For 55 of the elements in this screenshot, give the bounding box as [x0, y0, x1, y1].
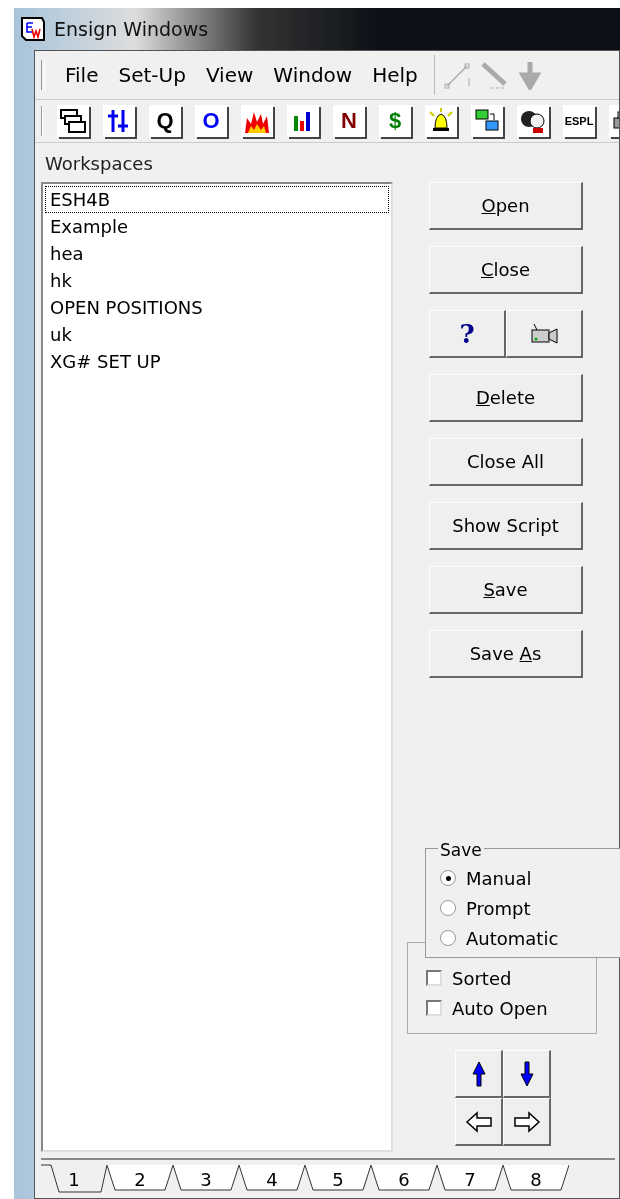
toolbar-button[interactable]: ESPL	[563, 105, 595, 137]
windows-icon	[58, 106, 88, 136]
page-tab[interactable]: 5	[305, 1164, 371, 1194]
radio-option[interactable]: Automatic	[440, 923, 559, 953]
app-logo-icon	[20, 16, 46, 42]
chart-toolbar-button[interactable]	[287, 105, 319, 137]
radio-option[interactable]: Prompt	[440, 893, 531, 923]
action-button[interactable]: Delete	[429, 374, 583, 422]
action-button[interactable]: Open	[429, 182, 583, 230]
toolbar-button[interactable]: $	[379, 105, 411, 137]
page-tab[interactable]: 2	[107, 1164, 173, 1194]
move-up-button[interactable]	[455, 1050, 503, 1098]
windows-toolbar-button[interactable]	[57, 105, 89, 137]
page-tab[interactable]: 1	[41, 1164, 107, 1194]
workspace-item[interactable]: hk	[45, 267, 389, 294]
radio-option[interactable]: Manual	[440, 863, 532, 893]
checkbox-option[interactable]: Auto Open	[426, 993, 596, 1023]
page-tab[interactable]: 6	[371, 1164, 437, 1194]
video-camera-icon	[529, 321, 559, 346]
camera-button[interactable]	[506, 310, 583, 358]
menu-item[interactable]: View	[195, 63, 264, 87]
page-tab[interactable]: 7	[437, 1164, 503, 1194]
action-button[interactable]: Close All	[429, 438, 583, 486]
menu-item[interactable]: File	[55, 63, 109, 87]
move-left-button[interactable]	[455, 1098, 503, 1146]
checkbox-option[interactable]: Sorted	[426, 963, 596, 993]
menu-item[interactable]: Help	[362, 63, 428, 87]
toolbar-button[interactable]: Q	[149, 105, 181, 137]
workspace-item[interactable]: Example	[45, 213, 389, 240]
menu-item[interactable]: Window	[263, 63, 363, 87]
action-button[interactable]: Show Script	[429, 502, 583, 550]
fire-toolbar-button[interactable]	[241, 105, 273, 137]
workspaces-label: Workspaces	[44, 153, 154, 176]
workspace-item[interactable]: ESH4B	[45, 186, 389, 213]
bell-toolbar-button[interactable]	[425, 105, 457, 137]
toolbar-button[interactable]: O	[195, 105, 227, 137]
action-button[interactable]: Save As	[429, 630, 583, 678]
workspace-item[interactable]: hea	[45, 240, 389, 267]
workspace-item[interactable]: XG# SET UP	[45, 348, 389, 375]
workspace-item[interactable]: OPEN POSITIONS	[45, 294, 389, 321]
action-button[interactable]: Save	[429, 566, 583, 614]
page-tab[interactable]: 8	[503, 1164, 569, 1194]
help-button[interactable]: ?	[429, 310, 506, 358]
workspace-list[interactable]: ESH4B Example hea hk OPEN POSITIONS uk XG# SET UP	[41, 182, 393, 1152]
bars-toolbar-button[interactable]	[103, 105, 135, 137]
network-toolbar-button[interactable]	[471, 105, 503, 137]
workspace-item[interactable]: uk	[45, 321, 389, 348]
move-down-button[interactable]	[503, 1050, 551, 1098]
action-button[interactable]: Close	[429, 246, 583, 294]
toolbar-button[interactable]: N	[333, 105, 365, 137]
menu-item[interactable]: Set-Up	[108, 63, 196, 87]
page-tab[interactable]: 3	[173, 1164, 239, 1194]
window-title: Ensign Windows	[54, 18, 209, 40]
move-right-button[interactable]	[503, 1098, 551, 1146]
page-tab[interactable]: 4	[239, 1164, 305, 1194]
